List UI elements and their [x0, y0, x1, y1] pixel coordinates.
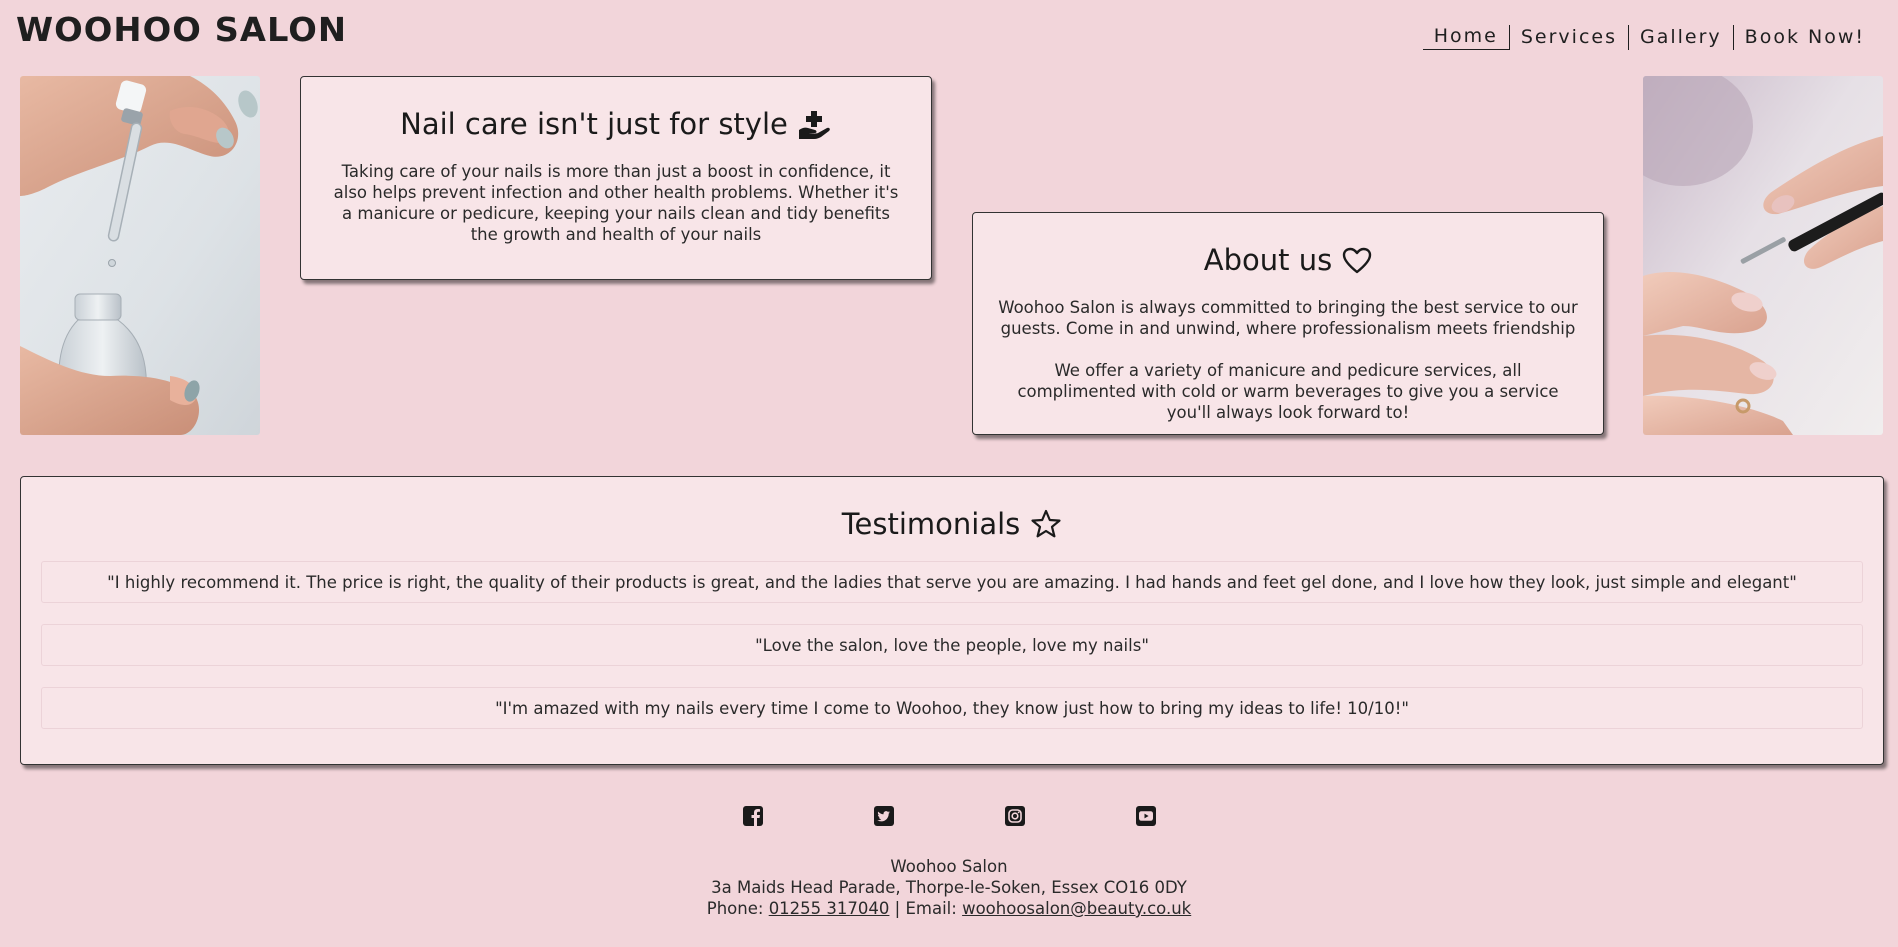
hand-holding-medical-icon	[798, 111, 830, 139]
facebook-link[interactable]	[742, 805, 764, 827]
phone-label: Phone:	[706, 899, 764, 918]
about-paragraph-1: Woohoo Salon is always committed to brin…	[998, 298, 1578, 338]
footer-salon-name: Woohoo Salon	[890, 857, 1008, 876]
footer-contact: Phone: 01255 317040 | Email: woohoosalon…	[0, 898, 1898, 919]
testimonials-card: Testimonials "I highly recommend it. The…	[20, 476, 1884, 765]
youtube-link[interactable]	[1135, 805, 1157, 827]
nail-care-title: Nail care isn't just for style	[400, 107, 788, 141]
email-link[interactable]: woohoosalon@beauty.co.uk	[962, 899, 1191, 918]
site-footer: Woohoo Salon 3a Maids Head Parade, Thorp…	[0, 856, 1898, 919]
phone-link[interactable]: 01255 317040	[769, 899, 890, 918]
nav-services[interactable]: Services	[1508, 24, 1628, 50]
footer-address: 3a Maids Head Parade, Thorpe-le-Soken, E…	[711, 878, 1187, 897]
nail-care-card: Nail care isn't just for style Taking ca…	[300, 76, 932, 280]
about-title: About us	[1203, 243, 1333, 277]
facebook-icon	[742, 806, 763, 826]
star-icon	[1031, 509, 1061, 538]
twitter-link[interactable]	[873, 805, 895, 827]
nail-care-heading: Nail care isn't just for style	[329, 107, 903, 141]
testimonials-heading: Testimonials	[41, 507, 1863, 541]
nail-polish-photo	[1643, 76, 1883, 435]
testimonial-quote: "I'm amazed with my nails every time I c…	[41, 687, 1863, 729]
nav-gallery[interactable]: Gallery	[1628, 24, 1733, 50]
serum-dropper-photo	[20, 76, 260, 435]
about-paragraph-2: We offer a variety of manicure and pedic…	[1017, 361, 1559, 422]
main-nav: Home Services Gallery Book Now!	[1422, 24, 1876, 50]
nail-care-text: Taking care of your nails is more than j…	[333, 162, 899, 244]
nav-home[interactable]: Home	[1422, 24, 1509, 50]
social-links	[0, 805, 1898, 827]
twitter-icon	[873, 806, 894, 826]
email-label: Email:	[905, 899, 957, 918]
instagram-link[interactable]	[1004, 805, 1026, 827]
testimonial-quote: "I highly recommend it. The price is rig…	[41, 561, 1863, 603]
contact-separator: |	[894, 899, 901, 918]
instagram-icon	[1004, 806, 1025, 826]
about-card: About us Woohoo Salon is always committe…	[972, 212, 1604, 435]
site-logo[interactable]: WOOHOO SALON	[16, 10, 347, 49]
testimonials-title: Testimonials	[841, 507, 1021, 541]
testimonial-quote: "Love the salon, love the people, love m…	[41, 624, 1863, 666]
about-heading: About us	[997, 243, 1579, 277]
youtube-icon	[1135, 806, 1156, 826]
nav-book-now[interactable]: Book Now!	[1732, 24, 1876, 50]
heart-icon	[1343, 247, 1372, 273]
